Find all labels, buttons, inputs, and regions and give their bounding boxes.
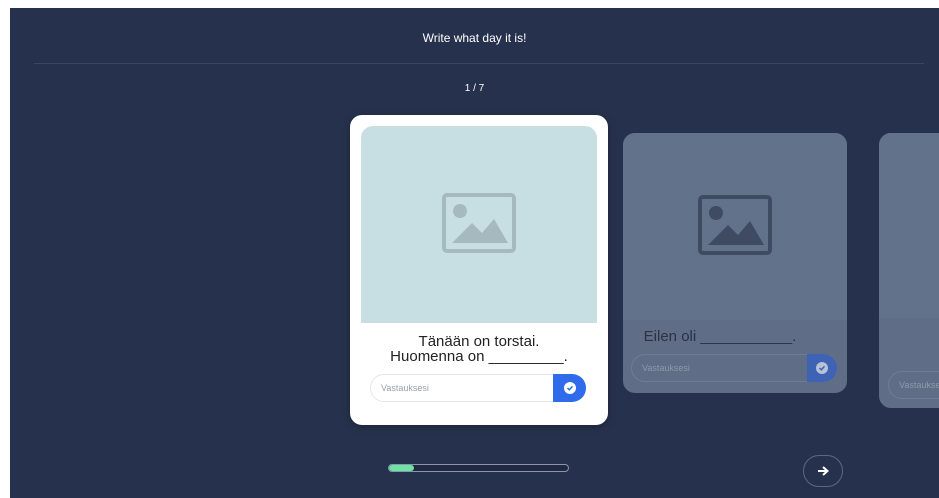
submit-answer-button[interactable]	[807, 354, 837, 382]
page-title: Write what day it is!	[422, 31, 527, 45]
card-image	[361, 126, 597, 323]
prompt-line-1: Tänään on torstai.	[418, 333, 540, 350]
header-divider	[34, 63, 924, 64]
progress-fill	[389, 465, 415, 471]
prompt-line-2: Huomenna on _________.	[390, 348, 568, 365]
check-circle-icon	[563, 382, 576, 394]
question-card-next[interactable]: Eilen oli ___________.	[623, 133, 847, 393]
arrow-right-icon	[818, 466, 829, 476]
question-card-active: Tänään on torstai. Huomenna on _________…	[350, 115, 608, 425]
answer-field	[888, 371, 939, 399]
card-prompt: Eilen oli ___________.	[643, 328, 797, 345]
card-image	[623, 133, 847, 320]
answer-field	[631, 354, 837, 382]
question-card-far[interactable]	[879, 133, 939, 408]
next-button[interactable]	[803, 455, 843, 487]
image-placeholder-icon	[698, 195, 772, 255]
card-image	[879, 133, 939, 318]
submit-answer-button[interactable]	[553, 374, 586, 402]
question-counter: 1 / 7	[464, 83, 485, 94]
card-prompt: Tänään on torstai. Huomenna on _________…	[350, 334, 608, 364]
check-circle-icon	[816, 362, 828, 374]
answer-field	[370, 374, 586, 402]
progress-bar	[388, 464, 569, 472]
answer-input[interactable]	[899, 372, 939, 398]
answer-input[interactable]	[642, 355, 802, 381]
image-placeholder-icon	[442, 193, 516, 253]
answer-input[interactable]	[381, 375, 541, 401]
quiz-app: Write what day it is! 1 / 7 Tänään on to…	[10, 8, 939, 498]
